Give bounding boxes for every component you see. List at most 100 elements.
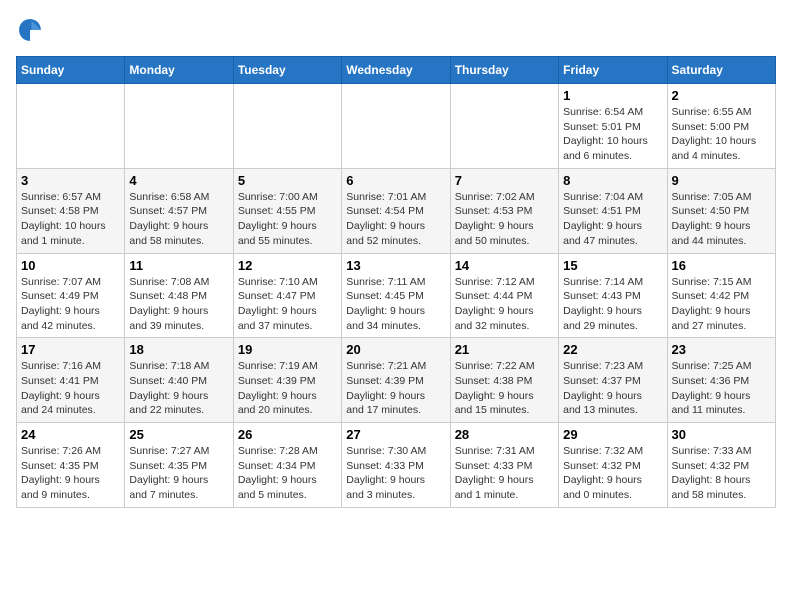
weekday-header-sunday: Sunday: [17, 57, 125, 84]
calendar-cell: 13 Sunrise: 7:11 AM Sunset: 4:45 PM Dayli…: [342, 253, 450, 338]
calendar-cell: 25 Sunrise: 7:27 AM Sunset: 4:35 PM Dayli…: [125, 423, 233, 508]
calendar-cell: 15 Sunrise: 7:14 AM Sunset: 4:43 PM Dayli…: [559, 253, 667, 338]
calendar-cell: 9 Sunrise: 7:05 AM Sunset: 4:50 PM Daylig…: [667, 168, 775, 253]
calendar-cell: 1 Sunrise: 6:54 AM Sunset: 5:01 PM Daylig…: [559, 84, 667, 169]
day-info: Sunrise: 7:08 AM Sunset: 4:48 PM Dayligh…: [129, 275, 228, 334]
calendar-cell: 20Sunrise: 7:21 AM Sunset: 4:39 PM Dayli…: [342, 338, 450, 423]
day-number: 27: [346, 427, 445, 442]
day-number: 21: [455, 342, 554, 357]
day-info: Sunrise: 7:10 AM Sunset: 4:47 PM Dayligh…: [238, 275, 337, 334]
day-info: Sunrise: 7:15 AM Sunset: 4:42 PM Dayligh…: [672, 275, 771, 334]
calendar-cell: 14 Sunrise: 7:12 AM Sunset: 4:44 PM Dayli…: [450, 253, 558, 338]
day-info: Sunrise: 7:31 AM Sunset: 4:33 PM Dayligh…: [455, 444, 554, 503]
calendar-cell: 23Sunrise: 7:25 AM Sunset: 4:36 PM Dayli…: [667, 338, 775, 423]
calendar-cell: [125, 84, 233, 169]
logo: [16, 16, 48, 44]
calendar-cell: 24 Sunrise: 7:26 AM Sunset: 4:35 PM Dayli…: [17, 423, 125, 508]
day-info: Sunrise: 7:18 AM Sunset: 4:40 PM Dayligh…: [129, 359, 228, 418]
calendar-cell: 11 Sunrise: 7:08 AM Sunset: 4:48 PM Dayli…: [125, 253, 233, 338]
calendar-cell: [342, 84, 450, 169]
calendar-week-1: 1 Sunrise: 6:54 AM Sunset: 5:01 PM Daylig…: [17, 84, 776, 169]
day-number: 1: [563, 88, 662, 103]
calendar-cell: 28 Sunrise: 7:31 AM Sunset: 4:33 PM Dayli…: [450, 423, 558, 508]
day-info: Sunrise: 7:14 AM Sunset: 4:43 PM Dayligh…: [563, 275, 662, 334]
calendar-table: SundayMondayTuesdayWednesdayThursdayFrid…: [16, 56, 776, 508]
day-info: Sunrise: 7:33 AM Sunset: 4:32 PM Dayligh…: [672, 444, 771, 503]
calendar-cell: 21 Sunrise: 7:22 AM Sunset: 4:38 PM Dayli…: [450, 338, 558, 423]
calendar-week-3: 10 Sunrise: 7:07 AM Sunset: 4:49 PM Dayli…: [17, 253, 776, 338]
calendar-cell: 10 Sunrise: 7:07 AM Sunset: 4:49 PM Dayli…: [17, 253, 125, 338]
day-number: 8: [563, 173, 662, 188]
calendar-cell: 26Sunrise: 7:28 AM Sunset: 4:34 PM Dayli…: [233, 423, 341, 508]
day-info: Sunrise: 6:55 AM Sunset: 5:00 PM Dayligh…: [672, 105, 771, 164]
weekday-header-wednesday: Wednesday: [342, 57, 450, 84]
day-number: 10: [21, 258, 120, 273]
day-info: Sunrise: 7:22 AM Sunset: 4:38 PM Dayligh…: [455, 359, 554, 418]
calendar-week-2: 3 Sunrise: 6:57 AM Sunset: 4:58 PM Daylig…: [17, 168, 776, 253]
day-number: 11: [129, 258, 228, 273]
day-info: Sunrise: 7:02 AM Sunset: 4:53 PM Dayligh…: [455, 190, 554, 249]
calendar-cell: 4 Sunrise: 6:58 AM Sunset: 4:57 PM Daylig…: [125, 168, 233, 253]
day-info: Sunrise: 6:54 AM Sunset: 5:01 PM Dayligh…: [563, 105, 662, 164]
day-number: 25: [129, 427, 228, 442]
day-info: Sunrise: 6:58 AM Sunset: 4:57 PM Dayligh…: [129, 190, 228, 249]
calendar-cell: 5Sunrise: 7:00 AM Sunset: 4:55 PM Daylig…: [233, 168, 341, 253]
page-header: [16, 16, 776, 44]
calendar-cell: 7 Sunrise: 7:02 AM Sunset: 4:53 PM Daylig…: [450, 168, 558, 253]
calendar-cell: 18 Sunrise: 7:18 AM Sunset: 4:40 PM Dayli…: [125, 338, 233, 423]
day-number: 18: [129, 342, 228, 357]
weekday-header-monday: Monday: [125, 57, 233, 84]
day-number: 13: [346, 258, 445, 273]
day-info: Sunrise: 7:05 AM Sunset: 4:50 PM Dayligh…: [672, 190, 771, 249]
day-number: 2: [672, 88, 771, 103]
day-number: 23: [672, 342, 771, 357]
day-info: Sunrise: 7:12 AM Sunset: 4:44 PM Dayligh…: [455, 275, 554, 334]
day-number: 9: [672, 173, 771, 188]
calendar-cell: 19Sunrise: 7:19 AM Sunset: 4:39 PM Dayli…: [233, 338, 341, 423]
day-info: Sunrise: 7:16 AM Sunset: 4:41 PM Dayligh…: [21, 359, 120, 418]
day-info: Sunrise: 6:57 AM Sunset: 4:58 PM Dayligh…: [21, 190, 120, 249]
day-number: 14: [455, 258, 554, 273]
day-number: 28: [455, 427, 554, 442]
day-info: Sunrise: 7:00 AM Sunset: 4:55 PM Dayligh…: [238, 190, 337, 249]
day-info: Sunrise: 7:30 AM Sunset: 4:33 PM Dayligh…: [346, 444, 445, 503]
day-number: 12: [238, 258, 337, 273]
day-info: Sunrise: 7:26 AM Sunset: 4:35 PM Dayligh…: [21, 444, 120, 503]
calendar-cell: 12 Sunrise: 7:10 AM Sunset: 4:47 PM Dayli…: [233, 253, 341, 338]
calendar-week-4: 17 Sunrise: 7:16 AM Sunset: 4:41 PM Dayli…: [17, 338, 776, 423]
weekday-header-friday: Friday: [559, 57, 667, 84]
day-number: 29: [563, 427, 662, 442]
calendar-cell: 22 Sunrise: 7:23 AM Sunset: 4:37 PM Dayli…: [559, 338, 667, 423]
calendar-cell: 16 Sunrise: 7:15 AM Sunset: 4:42 PM Dayli…: [667, 253, 775, 338]
weekday-header-tuesday: Tuesday: [233, 57, 341, 84]
calendar-cell: [233, 84, 341, 169]
weekday-header-saturday: Saturday: [667, 57, 775, 84]
day-number: 22: [563, 342, 662, 357]
day-number: 24: [21, 427, 120, 442]
weekday-header-row: SundayMondayTuesdayWednesdayThursdayFrid…: [17, 57, 776, 84]
calendar-cell: [450, 84, 558, 169]
calendar-week-5: 24 Sunrise: 7:26 AM Sunset: 4:35 PM Dayli…: [17, 423, 776, 508]
day-info: Sunrise: 7:19 AM Sunset: 4:39 PM Dayligh…: [238, 359, 337, 418]
calendar-cell: 6Sunrise: 7:01 AM Sunset: 4:54 PM Daylig…: [342, 168, 450, 253]
calendar-cell: 2 Sunrise: 6:55 AM Sunset: 5:00 PM Daylig…: [667, 84, 775, 169]
day-number: 7: [455, 173, 554, 188]
day-number: 17: [21, 342, 120, 357]
day-number: 20: [346, 342, 445, 357]
calendar-cell: 30 Sunrise: 7:33 AM Sunset: 4:32 PM Dayli…: [667, 423, 775, 508]
day-number: 30: [672, 427, 771, 442]
day-info: Sunrise: 7:01 AM Sunset: 4:54 PM Dayligh…: [346, 190, 445, 249]
day-info: Sunrise: 7:07 AM Sunset: 4:49 PM Dayligh…: [21, 275, 120, 334]
logo-icon: [16, 16, 44, 44]
day-info: Sunrise: 7:23 AM Sunset: 4:37 PM Dayligh…: [563, 359, 662, 418]
day-number: 15: [563, 258, 662, 273]
day-info: Sunrise: 7:11 AM Sunset: 4:45 PM Dayligh…: [346, 275, 445, 334]
day-number: 4: [129, 173, 228, 188]
day-info: Sunrise: 7:04 AM Sunset: 4:51 PM Dayligh…: [563, 190, 662, 249]
day-number: 26: [238, 427, 337, 442]
calendar-cell: 3 Sunrise: 6:57 AM Sunset: 4:58 PM Daylig…: [17, 168, 125, 253]
day-number: 3: [21, 173, 120, 188]
day-number: 16: [672, 258, 771, 273]
calendar-cell: 8 Sunrise: 7:04 AM Sunset: 4:51 PM Daylig…: [559, 168, 667, 253]
day-info: Sunrise: 7:27 AM Sunset: 4:35 PM Dayligh…: [129, 444, 228, 503]
